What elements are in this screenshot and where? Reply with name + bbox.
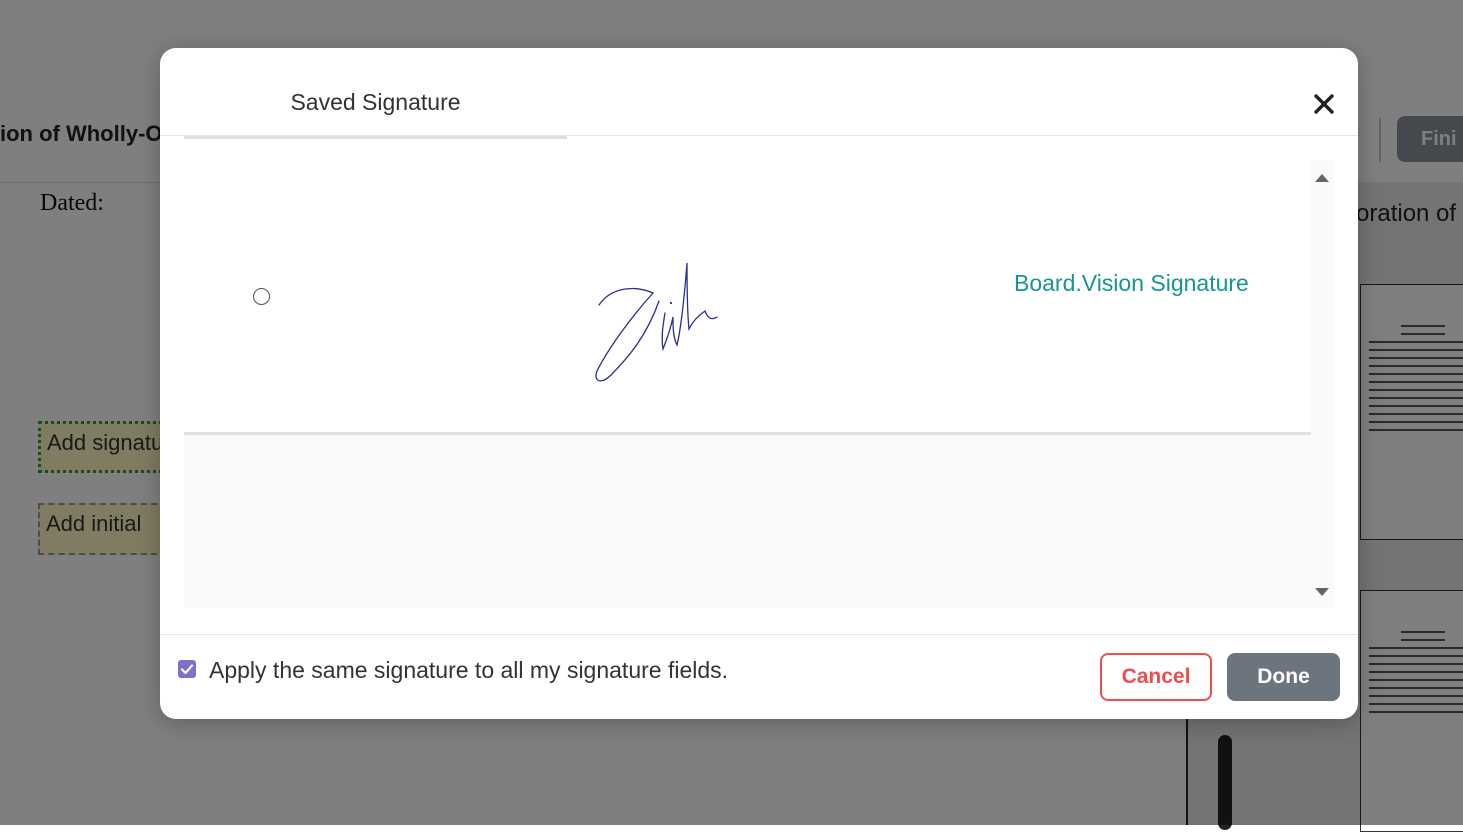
signature-radio[interactable] <box>253 288 270 305</box>
tab-saved-signature[interactable]: Saved Signature <box>184 88 567 139</box>
scroll-up-arrow-icon[interactable] <box>1315 174 1329 182</box>
signature-modal: Saved Signature Board.Vision Signature A… <box>160 48 1358 719</box>
signature-image <box>595 262 718 382</box>
signature-type-label: Board.Vision Signature <box>1014 270 1249 296</box>
scroll-down-arrow-icon[interactable] <box>1315 588 1329 596</box>
cancel-button[interactable]: Cancel <box>1100 653 1212 701</box>
checkmark-icon <box>180 664 194 675</box>
close-icon <box>1314 94 1334 114</box>
done-button[interactable]: Done <box>1227 653 1340 701</box>
apply-all-label[interactable]: Apply the same signature to all my signa… <box>209 657 728 684</box>
footer-divider <box>160 634 1358 635</box>
header-divider <box>160 135 1358 136</box>
saved-signatures-list[interactable]: Board.Vision Signature <box>184 160 1334 608</box>
signature-option-row[interactable]: Board.Vision Signature <box>184 160 1311 435</box>
apply-all-checkbox[interactable] <box>178 660 196 678</box>
close-button[interactable] <box>1310 90 1338 118</box>
